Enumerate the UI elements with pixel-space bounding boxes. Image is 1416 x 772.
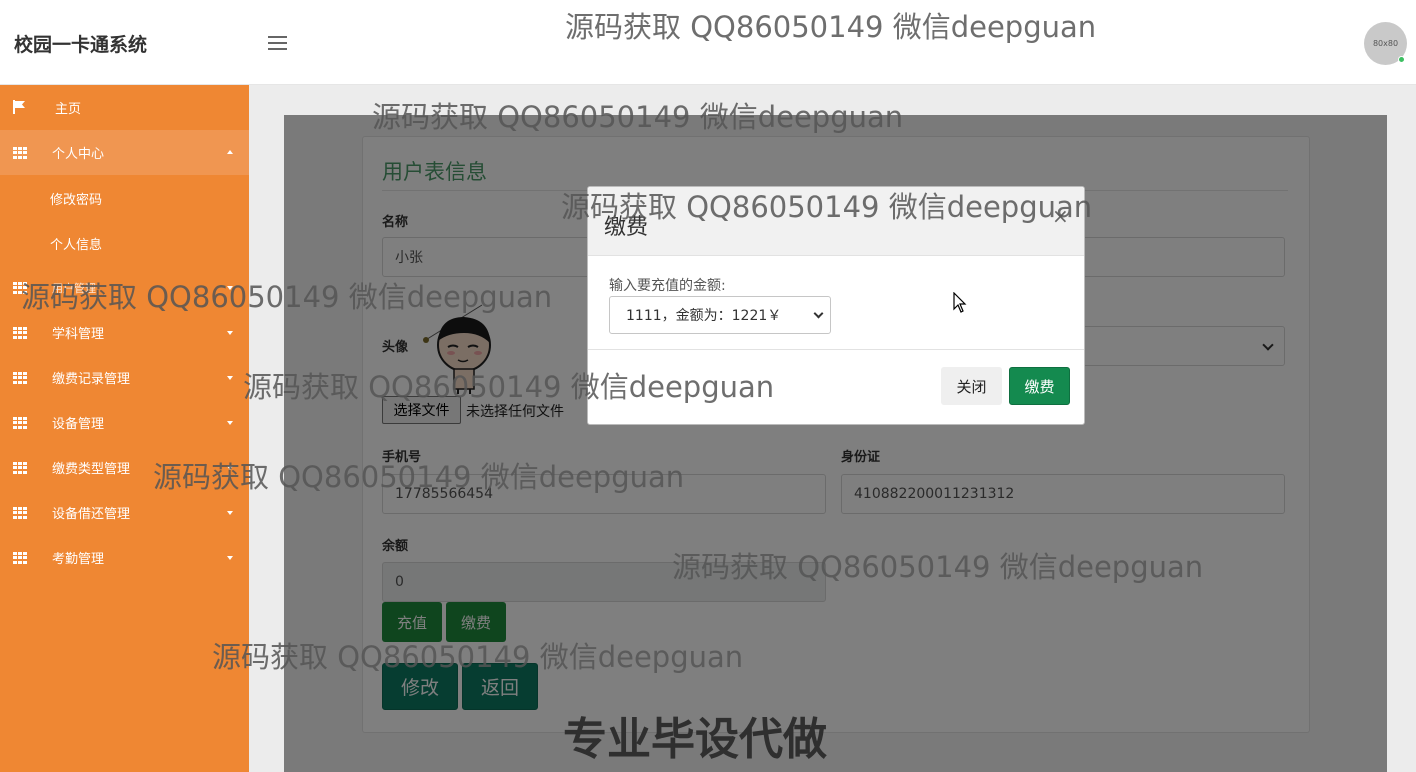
sidebar-item-personal-center[interactable]: 个人中心	[0, 130, 249, 175]
sidebar-item-device-borrow[interactable]: 设备借还管理	[0, 490, 249, 535]
app-brand: 校园一卡通系统	[14, 34, 148, 56]
grid-icon	[13, 552, 27, 564]
amount-select-value: 1111，金额为：1221￥	[626, 308, 782, 324]
top-header: 校园一卡通系统 80x80	[0, 0, 1416, 85]
sidebar-item-label: 学科管理	[52, 327, 105, 342]
sidebar-item-label: 设备借还管理	[52, 507, 131, 522]
sidebar-item-label: 主页	[55, 102, 82, 117]
divider	[588, 349, 1084, 350]
grid-icon	[13, 327, 27, 339]
sidebar-item-label: 考勤管理	[52, 552, 105, 567]
caret-up-icon	[227, 150, 233, 154]
modal-close-button[interactable]: 关闭	[941, 367, 1002, 405]
sidebar-item-devices[interactable]: 设备管理	[0, 400, 249, 445]
sidebar-item-subject[interactable]: 学科管理	[0, 310, 249, 355]
sidebar-subitem-change-password[interactable]: 修改密码	[50, 189, 102, 208]
amount-select[interactable]: 1111，金额为：1221￥	[609, 296, 831, 334]
sidebar-item-label: 用户管理	[52, 281, 96, 295]
caret-down-icon	[227, 466, 233, 470]
grid-icon	[13, 372, 27, 384]
sidebar-item-payment-types[interactable]: 缴费类型管理	[0, 445, 249, 490]
promo-watermark: 专业毕设代做	[563, 714, 827, 765]
grid-icon	[13, 417, 27, 429]
modal-header	[588, 187, 1084, 256]
sidebar-item-user-management[interactable]: 用户管理	[0, 265, 249, 310]
sidebar-subitem-personal-info[interactable]: 个人信息	[50, 234, 102, 253]
grid-icon	[13, 282, 27, 294]
caret-down-icon	[227, 376, 233, 380]
flag-icon	[13, 100, 25, 114]
menu-toggle-icon[interactable]	[268, 36, 287, 50]
amount-label: 输入要充值的金额:	[609, 278, 726, 294]
caret-down-icon	[227, 556, 233, 560]
sidebar-item-label: 个人中心	[52, 147, 105, 162]
caret-down-icon	[227, 286, 233, 290]
grid-icon	[13, 462, 27, 474]
sidebar-item-home[interactable]: 主页	[0, 85, 249, 130]
caret-down-icon	[227, 511, 233, 515]
close-icon[interactable]: ×	[1052, 204, 1069, 228]
modal-pay-button[interactable]: 缴费	[1009, 367, 1070, 405]
modal-title: 缴费	[604, 215, 649, 240]
grid-icon	[13, 147, 27, 159]
grid-icon	[13, 507, 27, 519]
caret-down-icon	[227, 331, 233, 335]
mouse-cursor-icon	[953, 292, 967, 313]
payment-modal: 缴费 × 输入要充值的金额: 1111，金额为：1221￥ 关闭 缴费	[587, 186, 1085, 425]
sidebar-item-payment-records[interactable]: 缴费记录管理	[0, 355, 249, 400]
sidebar-item-label: 设备管理	[52, 417, 105, 432]
sidebar: 主页 个人中心 修改密码 个人信息 用户管理 学科管理 缴费记录管理 设备管理 …	[0, 85, 249, 772]
online-status-dot	[1398, 56, 1405, 63]
sidebar-item-attendance[interactable]: 考勤管理	[0, 535, 249, 580]
chevron-down-icon	[813, 308, 824, 319]
sidebar-item-label: 缴费记录管理	[52, 372, 131, 387]
caret-down-icon	[227, 421, 233, 425]
sidebar-item-label: 缴费类型管理	[52, 462, 131, 477]
